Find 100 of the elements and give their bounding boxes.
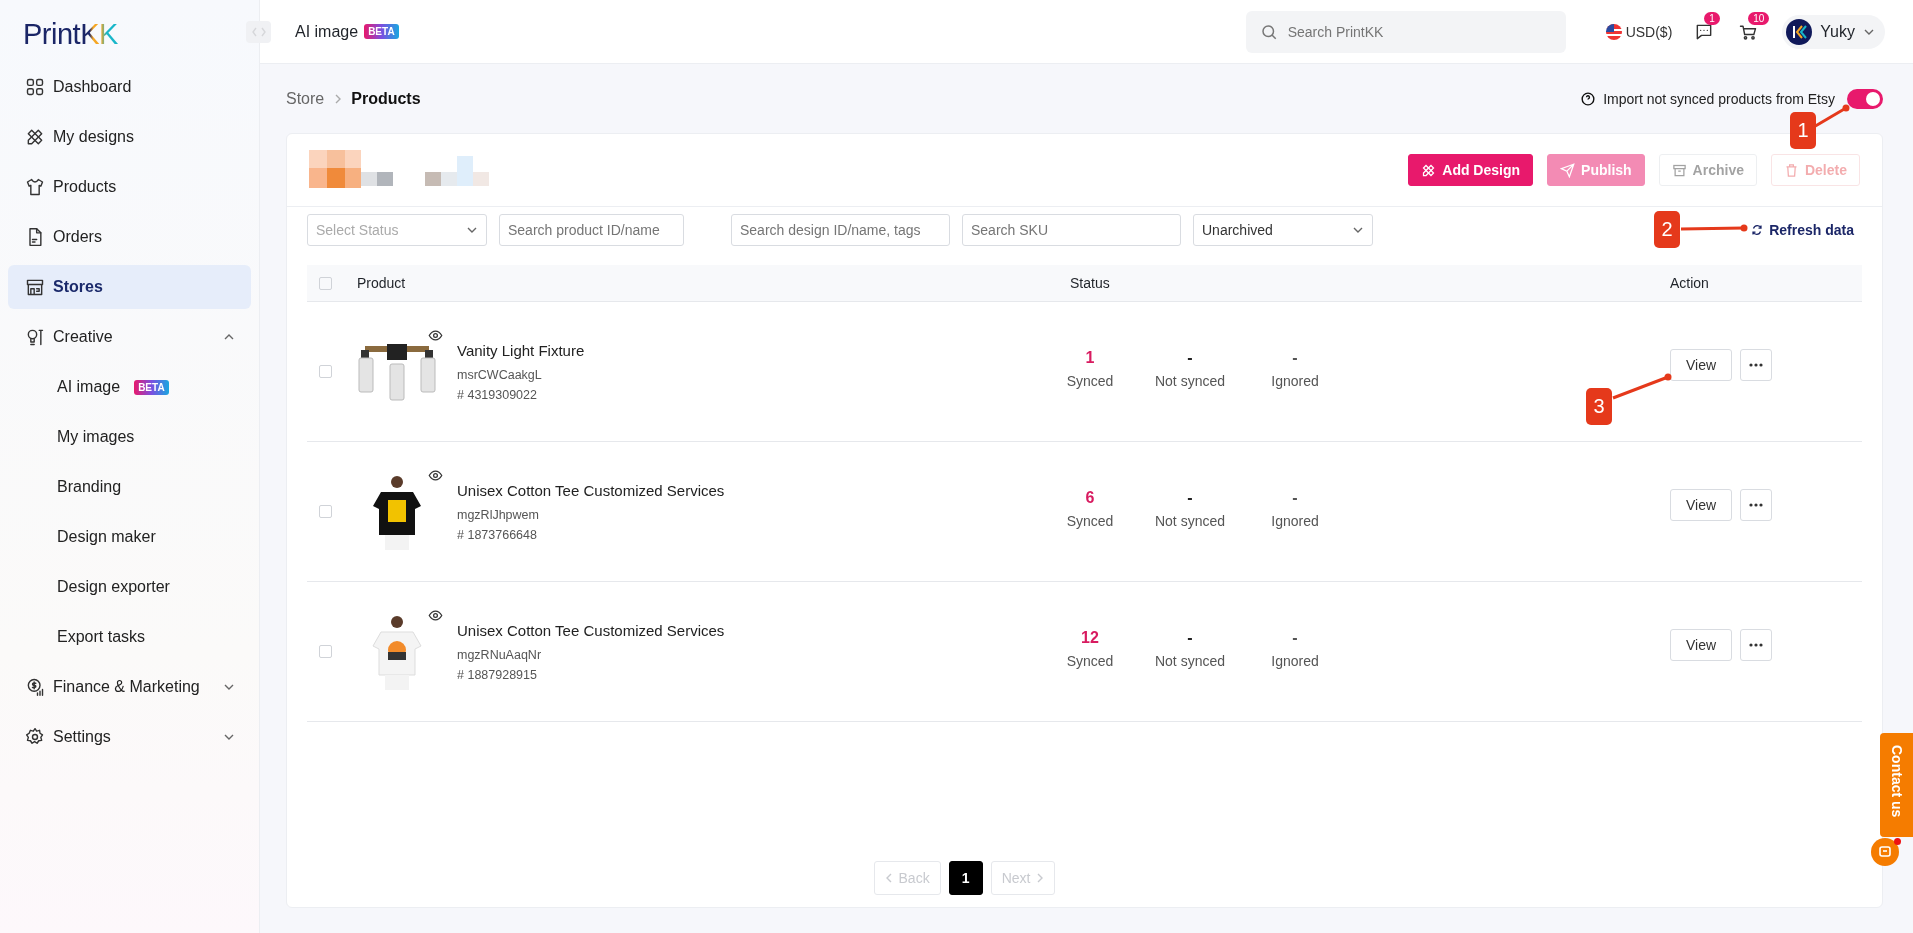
import-label: Import not synced products from Etsy xyxy=(1603,90,1835,107)
status-label: Not synced xyxy=(1154,512,1225,529)
currency-selector[interactable]: USD($) xyxy=(1605,23,1673,40)
page-button[interactable]: 1 xyxy=(948,861,983,895)
sidebar-item[interactable]: Settings xyxy=(8,715,251,759)
count-badge: 1 xyxy=(1704,11,1720,25)
status-count: - xyxy=(1187,628,1193,647)
status-count: - xyxy=(1187,488,1193,507)
dropdown[interactable]: Unarchived xyxy=(1193,214,1373,246)
product-name[interactable]: Unisex Cotton Tee Customized Services xyxy=(457,481,725,499)
avatar-icon xyxy=(1786,18,1813,45)
product-handle: mgzRlJhpwem xyxy=(457,507,540,522)
sidebar-item[interactable]: Design exporter xyxy=(8,565,251,609)
annotation-arrow xyxy=(1612,373,1672,400)
column-header: Product xyxy=(357,275,406,291)
page-title: AI image xyxy=(295,22,359,41)
beta-badge: BETA xyxy=(364,24,399,39)
status-label: Ignored xyxy=(1271,512,1319,529)
product-name[interactable]: Unisex Cotton Tee Customized Services xyxy=(457,621,725,639)
sidebar-item[interactable]: Products xyxy=(8,165,251,209)
select-all-checkbox[interactable] xyxy=(319,276,332,290)
refresh-icon xyxy=(1751,224,1764,236)
archive-icon xyxy=(1671,162,1687,178)
row-checkbox[interactable] xyxy=(319,645,332,658)
sidebar-item[interactable]: My designs xyxy=(8,115,251,159)
chevron-icon xyxy=(1036,873,1045,883)
sidebar-item[interactable]: Dashboard xyxy=(8,65,251,109)
sidebar-item[interactable]: Orders xyxy=(8,215,251,259)
eye-icon[interactable] xyxy=(428,467,443,483)
refresh-link[interactable]: Refresh data xyxy=(1751,222,1854,238)
flag-icon xyxy=(1605,23,1622,40)
status-count: - xyxy=(1292,628,1298,647)
store-icon xyxy=(25,277,45,297)
more-icon xyxy=(1749,642,1764,647)
sidebar-item[interactable]: AI image BETA xyxy=(8,365,251,409)
column-header: Action xyxy=(1670,275,1709,291)
status-label: Not synced xyxy=(1154,652,1225,669)
status-label: Not synced xyxy=(1154,372,1225,389)
status-count: 1 xyxy=(1085,348,1095,367)
more-icon xyxy=(1749,502,1764,507)
status-count: 12 xyxy=(1081,628,1099,647)
pencil-ruler-icon xyxy=(1421,162,1437,178)
dollar-chart-icon xyxy=(25,677,45,697)
sidebar-item[interactable]: Stores xyxy=(8,265,251,309)
row-checkbox[interactable] xyxy=(319,365,332,378)
action-button[interactable]: Add Design xyxy=(1408,154,1534,186)
more-button[interactable] xyxy=(1740,628,1773,661)
view-button[interactable]: View xyxy=(1670,348,1733,381)
breadcrumb-item[interactable]: Products xyxy=(351,89,421,108)
status-label: Synced xyxy=(1066,512,1114,529)
annotation-arrow xyxy=(1680,224,1748,232)
lightbulb-icon xyxy=(25,327,45,347)
status-count: - xyxy=(1187,348,1193,367)
product-id: # 1873766648 xyxy=(457,527,538,542)
step-number: 3 xyxy=(1586,388,1612,425)
chat-bubble-icon[interactable] xyxy=(1871,838,1899,866)
search-field[interactable]: Search design ID/name, tags xyxy=(731,214,950,246)
import-toggle[interactable] xyxy=(1847,88,1883,109)
row-checkbox[interactable] xyxy=(319,505,332,518)
search-field[interactable]: Search SKU xyxy=(962,214,1181,246)
view-button[interactable]: View xyxy=(1670,628,1733,661)
help-icon[interactable] xyxy=(1581,91,1596,106)
more-button[interactable] xyxy=(1740,488,1773,521)
product-handle: msrCWCaakgL xyxy=(457,367,543,382)
count-badge: 10 xyxy=(1748,11,1770,25)
send-icon xyxy=(1560,162,1576,178)
chevron-icon xyxy=(884,873,893,883)
sidebar-item[interactable]: Export tasks xyxy=(8,615,251,659)
sidebar-item[interactable]: Creative xyxy=(8,315,251,359)
status-label: Synced xyxy=(1066,372,1114,389)
product-id: # 4319309022 xyxy=(457,387,538,402)
sidebar-item[interactable]: Branding xyxy=(8,465,251,509)
view-button[interactable]: View xyxy=(1670,488,1733,521)
status-count: 6 xyxy=(1085,488,1095,507)
status-count: - xyxy=(1292,488,1298,507)
sidebar-item[interactable]: Design maker xyxy=(8,515,251,559)
step-number: 2 xyxy=(1654,211,1680,248)
status-count: - xyxy=(1292,348,1298,367)
beta-badge: BETA xyxy=(134,379,169,395)
status-label: Ignored xyxy=(1271,372,1319,389)
sidebar-item[interactable]: Finance & Marketing xyxy=(8,665,251,709)
more-button[interactable] xyxy=(1740,348,1773,381)
eye-icon[interactable] xyxy=(428,607,443,623)
step-number: 1 xyxy=(1790,112,1816,149)
chevron-icon xyxy=(334,93,342,104)
status-label: Ignored xyxy=(1271,652,1319,669)
search-field[interactable]: Search product ID/name xyxy=(499,214,684,246)
search-field[interactable]: Search PrintKK xyxy=(1245,10,1566,53)
settings-icon xyxy=(25,727,45,747)
pencil-ruler-icon xyxy=(25,127,45,147)
tshirt-icon xyxy=(25,177,45,197)
search-icon xyxy=(1259,22,1278,41)
sidebar-item[interactable]: My images xyxy=(8,415,251,459)
eye-icon[interactable] xyxy=(428,327,443,343)
logo[interactable]: PrintKK xyxy=(8,12,118,65)
grid-icon xyxy=(25,77,45,97)
user-menu[interactable]: Yuky xyxy=(1782,14,1885,49)
product-name[interactable]: Vanity Light Fixture xyxy=(457,341,585,359)
breadcrumb-item[interactable]: Store xyxy=(286,89,325,108)
column-header: Status xyxy=(1069,275,1110,291)
